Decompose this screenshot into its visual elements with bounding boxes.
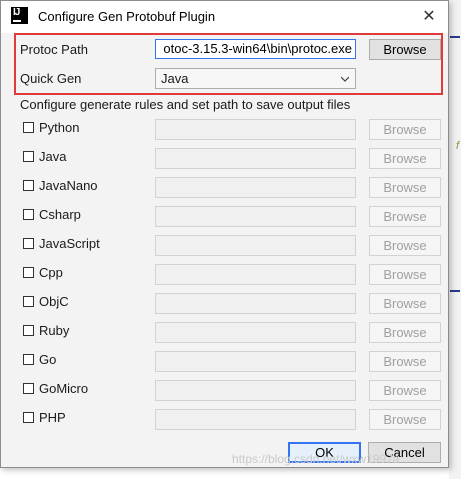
javanano-output-path-input — [155, 177, 356, 198]
language-label: ObjC — [39, 294, 69, 309]
language-row-gomicro: GoMicro Browse — [1, 380, 450, 401]
python-checkbox[interactable] — [23, 122, 34, 133]
cpp-checkbox[interactable] — [23, 267, 34, 278]
ruby-browse-button: Browse — [369, 322, 441, 343]
cpp-browse-button: Browse — [369, 264, 441, 285]
language-label: Cpp — [39, 265, 63, 280]
background-editor-glyph: f — [455, 140, 459, 152]
go-browse-button: Browse — [369, 351, 441, 372]
title-bar: IJ Configure Gen Protobuf Plugin ✕ — [1, 1, 448, 33]
language-row-csharp: Csharp Browse — [1, 206, 450, 227]
csharp-browse-button: Browse — [369, 206, 441, 227]
language-label: Go — [39, 352, 57, 367]
go-checkbox[interactable] — [23, 354, 34, 365]
language-label: JavaScript — [39, 236, 100, 251]
language-label: JavaNano — [39, 178, 98, 193]
language-row-php: PHP Browse — [1, 409, 450, 430]
php-output-path-input — [155, 409, 356, 430]
background-editor-mark — [450, 36, 460, 38]
javascript-output-path-input — [155, 235, 356, 256]
javanano-checkbox[interactable] — [23, 180, 34, 191]
language-row-ruby: Ruby Browse — [1, 322, 450, 343]
background-editor-edge — [449, 0, 461, 479]
python-output-path-input — [155, 119, 356, 140]
chevron-down-icon — [341, 76, 349, 82]
ruby-output-path-input — [155, 322, 356, 343]
language-label: Java — [39, 149, 67, 164]
gomicro-checkbox[interactable] — [23, 383, 34, 394]
java-output-path-input — [155, 148, 356, 169]
section-label: Configure generate rules and set path to… — [20, 97, 351, 112]
language-row-java: Java Browse — [1, 148, 450, 169]
protoc-browse-button[interactable]: Browse — [369, 39, 441, 60]
csharp-output-path-input — [155, 206, 356, 227]
javanano-browse-button: Browse — [369, 177, 441, 198]
intellij-app-icon: IJ — [11, 7, 28, 24]
java-checkbox[interactable] — [23, 151, 34, 162]
objc-output-path-input — [155, 293, 356, 314]
javascript-checkbox[interactable] — [23, 238, 34, 249]
background-editor-mark — [450, 290, 460, 292]
configure-dialog: IJ Configure Gen Protobuf Plugin ✕ Proto… — [0, 0, 449, 468]
quick-gen-select[interactable]: Java — [155, 68, 356, 89]
language-label: Csharp — [39, 207, 81, 222]
language-label: Ruby — [39, 323, 70, 338]
ruby-checkbox[interactable] — [23, 325, 34, 336]
language-label: GoMicro — [39, 381, 89, 396]
go-output-path-input — [155, 351, 356, 372]
quick-gen-selected-value: Java — [161, 71, 189, 86]
csharp-checkbox[interactable] — [23, 209, 34, 220]
language-row-cpp: Cpp Browse — [1, 264, 450, 285]
objc-browse-button: Browse — [369, 293, 441, 314]
language-row-go: Go Browse — [1, 351, 450, 372]
gomicro-browse-button: Browse — [369, 380, 441, 401]
language-row-python: Python Browse — [1, 119, 450, 140]
language-label: Python — [39, 120, 80, 135]
language-row-objc: ObjC Browse — [1, 293, 450, 314]
gomicro-output-path-input — [155, 380, 356, 401]
java-browse-button: Browse — [369, 148, 441, 169]
close-icon[interactable]: ✕ — [415, 5, 443, 29]
cpp-output-path-input — [155, 264, 356, 285]
language-row-javanano: JavaNano Browse — [1, 177, 450, 198]
quick-gen-label: Quick Gen — [20, 71, 82, 86]
objc-checkbox[interactable] — [23, 296, 34, 307]
language-row-javascript: JavaScript Browse — [1, 235, 450, 256]
protoc-path-input[interactable]: otoc-3.15.3-win64\bin\protoc.exe — [155, 39, 356, 59]
python-browse-button: Browse — [369, 119, 441, 140]
javascript-browse-button: Browse — [369, 235, 441, 256]
language-label: PHP — [39, 410, 66, 425]
watermark-text: https://blog.csdn.net/wxw1997a — [232, 452, 400, 466]
dialog-title: Configure Gen Protobuf Plugin — [38, 9, 216, 24]
php-checkbox[interactable] — [23, 412, 34, 423]
php-browse-button: Browse — [369, 409, 441, 430]
protoc-path-label: Protoc Path — [20, 42, 88, 57]
